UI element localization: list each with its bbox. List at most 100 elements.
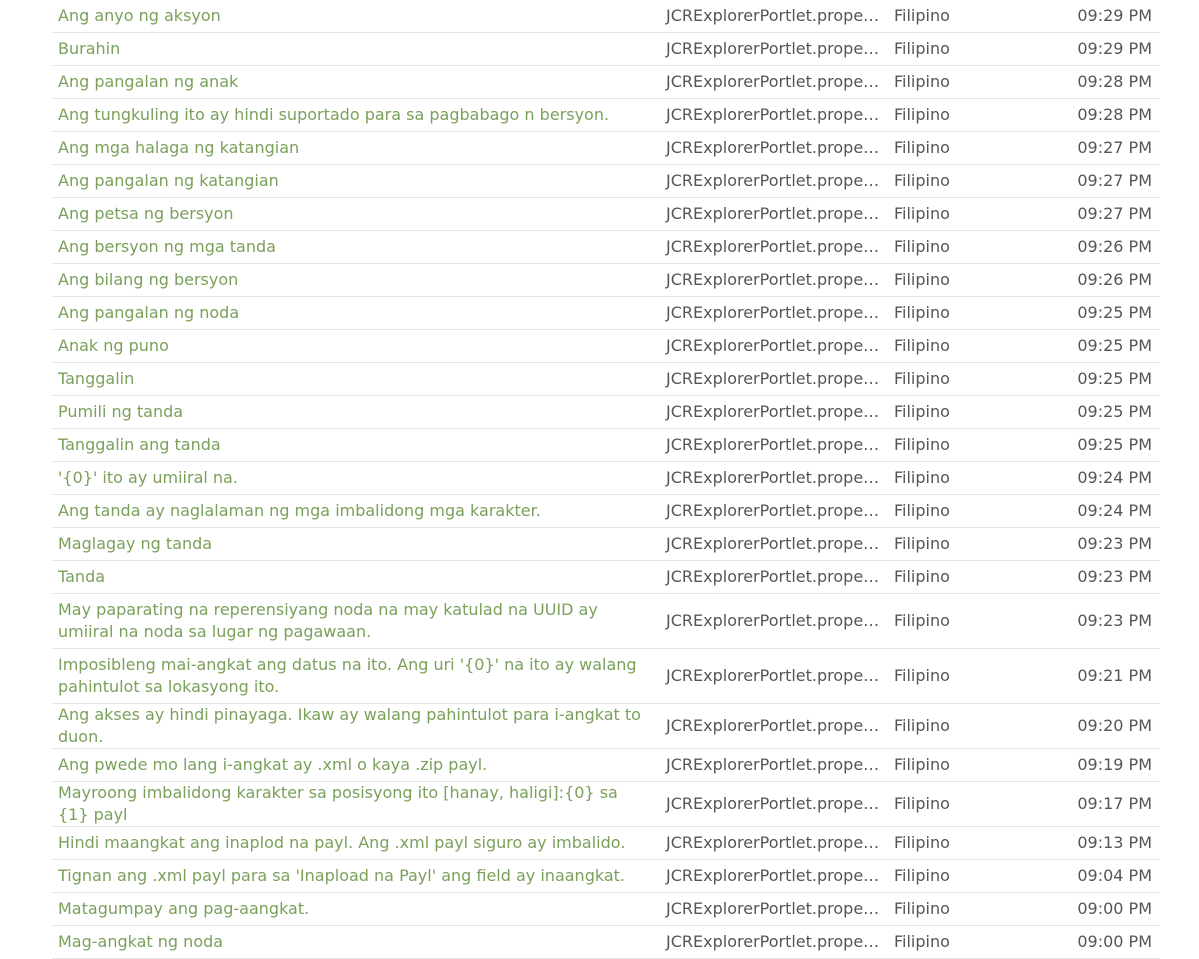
time-cell: 09:27 PM [1032,131,1160,165]
string-link[interactable]: Ang pwede mo lang i-angkat ay .xml o kay… [58,755,487,774]
table-row: Tanda JCRExplorerPortlet.proper… Filipin… [52,560,1160,594]
language-cell: Filipino [882,0,1032,33]
time-cell: 09:28 PM [1032,65,1160,99]
activity-table-container: Ang anyo ng aksyon JCRExplorerPortlet.pr… [52,0,1160,959]
string-cell: Matagumpay ang pag-aangkat. [52,892,660,926]
file-name-cell: JCRExplorerPortlet.proper… [660,164,882,198]
file-name-cell: JCRExplorerPortlet.proper… [660,781,882,827]
file-name-cell: JCRExplorerPortlet.proper… [660,494,882,528]
string-cell: Ang tanda ay naglalaman ng mga imbalidon… [52,494,660,528]
table-row: Ang anyo ng aksyon JCRExplorerPortlet.pr… [52,0,1160,33]
string-link[interactable]: Ang bilang ng bersyon [58,270,238,289]
string-link[interactable]: Ang pangalan ng katangian [58,171,279,190]
table-row: Mag-angkat ng noda JCRExplorerPortlet.pr… [52,925,1160,959]
string-cell: Tanda [52,560,660,594]
string-link[interactable]: Ang akses ay hindi pinayaga. Ikaw ay wal… [58,705,641,746]
string-cell: Ang pangalan ng anak [52,65,660,99]
language-cell: Filipino [882,362,1032,396]
time-cell: 09:17 PM [1032,781,1160,827]
language-cell: Filipino [882,65,1032,99]
string-cell: Ang anyo ng aksyon [52,0,660,33]
time-cell: 09:04 PM [1032,859,1160,893]
table-row: Ang mga halaga ng katangian JCRExplorerP… [52,131,1160,165]
string-link[interactable]: Tanggalin ang tanda [58,435,221,454]
string-link[interactable]: Ang mga halaga ng katangian [58,138,299,157]
table-row: Pumili ng tanda JCRExplorerPortlet.prope… [52,395,1160,429]
file-name-cell: JCRExplorerPortlet.proper… [660,362,882,396]
string-link[interactable]: Tignan ang .xml payl para sa 'Inapload n… [58,866,625,885]
string-link[interactable]: Mayroong imbalidong karakter sa posisyon… [58,783,618,824]
string-link[interactable]: Ang pangalan ng noda [58,303,239,322]
table-row: Tanggalin JCRExplorerPortlet.proper… Fil… [52,362,1160,396]
file-name-cell: JCRExplorerPortlet.proper… [660,925,882,959]
time-cell: 09:26 PM [1032,263,1160,297]
string-link[interactable]: Mag-angkat ng noda [58,932,223,951]
string-link[interactable]: Pumili ng tanda [58,402,183,421]
language-cell: Filipino [882,428,1032,462]
string-link[interactable]: Burahin [58,39,120,58]
language-cell: Filipino [882,98,1032,132]
string-link[interactable]: Ang bersyon ng mga tanda [58,237,276,256]
table-row: Burahin JCRExplorerPortlet.proper… Filip… [52,32,1160,66]
file-name-cell: JCRExplorerPortlet.proper… [660,296,882,330]
string-link[interactable]: Ang petsa ng bersyon [58,204,234,223]
string-link[interactable]: Ang anyo ng aksyon [58,6,221,25]
file-name-cell: JCRExplorerPortlet.proper… [660,32,882,66]
file-name-cell: JCRExplorerPortlet.proper… [660,703,882,749]
table-row: Ang bilang ng bersyon JCRExplorerPortlet… [52,263,1160,297]
time-cell: 09:27 PM [1032,164,1160,198]
file-name-cell: JCRExplorerPortlet.proper… [660,892,882,926]
string-link[interactable]: Ang tanda ay naglalaman ng mga imbalidon… [58,501,541,520]
table-row: Ang pangalan ng anak JCRExplorerPortlet.… [52,65,1160,99]
language-cell: Filipino [882,197,1032,231]
language-cell: Filipino [882,859,1032,893]
string-cell: Imposibleng mai-angkat ang datus na ito.… [52,648,660,704]
language-cell: Filipino [882,164,1032,198]
language-cell: Filipino [882,748,1032,782]
translation-activity-table: Ang anyo ng aksyon JCRExplorerPortlet.pr… [52,0,1160,959]
string-link[interactable]: Maglagay ng tanda [58,534,212,553]
string-link[interactable]: Imposibleng mai-angkat ang datus na ito.… [58,655,637,696]
string-cell: Ang pangalan ng noda [52,296,660,330]
string-link[interactable]: Ang pangalan ng anak [58,72,238,91]
table-row: Ang bersyon ng mga tanda JCRExplorerPort… [52,230,1160,264]
language-cell: Filipino [882,230,1032,264]
time-cell: 09:00 PM [1032,925,1160,959]
string-link[interactable]: Anak ng puno [58,336,169,355]
language-cell: Filipino [882,781,1032,827]
time-cell: 09:28 PM [1032,98,1160,132]
string-link[interactable]: Hindi maangkat ang inaplod na payl. Ang … [58,833,625,852]
language-cell: Filipino [882,329,1032,363]
string-link[interactable]: '{0}' ito ay umiiral na. [58,468,238,487]
time-cell: 09:20 PM [1032,703,1160,749]
file-name-cell: JCRExplorerPortlet.proper… [660,826,882,860]
string-cell: Maglagay ng tanda [52,527,660,561]
file-name-cell: JCRExplorerPortlet.proper… [660,648,882,704]
string-link[interactable]: May paparating na reperensiyang noda na … [58,600,598,641]
language-cell: Filipino [882,593,1032,649]
time-cell: 09:26 PM [1032,230,1160,264]
string-link[interactable]: Matagumpay ang pag-aangkat. [58,899,309,918]
string-cell: Tignan ang .xml payl para sa 'Inapload n… [52,859,660,893]
language-cell: Filipino [882,32,1032,66]
language-cell: Filipino [882,527,1032,561]
table-row: Tanggalin ang tanda JCRExplorerPortlet.p… [52,428,1160,462]
language-cell: Filipino [882,461,1032,495]
table-row: Ang pangalan ng katangian JCRExplorerPor… [52,164,1160,198]
file-name-cell: JCRExplorerPortlet.proper… [660,0,882,33]
table-row: May paparating na reperensiyang noda na … [52,593,1160,649]
string-cell: Anak ng puno [52,329,660,363]
file-name-cell: JCRExplorerPortlet.proper… [660,560,882,594]
time-cell: 09:25 PM [1032,362,1160,396]
string-link[interactable]: Ang tungkuling ito ay hindi suportado pa… [58,105,609,124]
file-name-cell: JCRExplorerPortlet.proper… [660,859,882,893]
time-cell: 09:13 PM [1032,826,1160,860]
string-link[interactable]: Tanggalin [58,369,134,388]
time-cell: 09:27 PM [1032,197,1160,231]
time-cell: 09:25 PM [1032,428,1160,462]
time-cell: 09:24 PM [1032,494,1160,528]
time-cell: 09:25 PM [1032,329,1160,363]
time-cell: 09:24 PM [1032,461,1160,495]
string-link[interactable]: Tanda [58,567,105,586]
string-cell: Ang tungkuling ito ay hindi suportado pa… [52,98,660,132]
